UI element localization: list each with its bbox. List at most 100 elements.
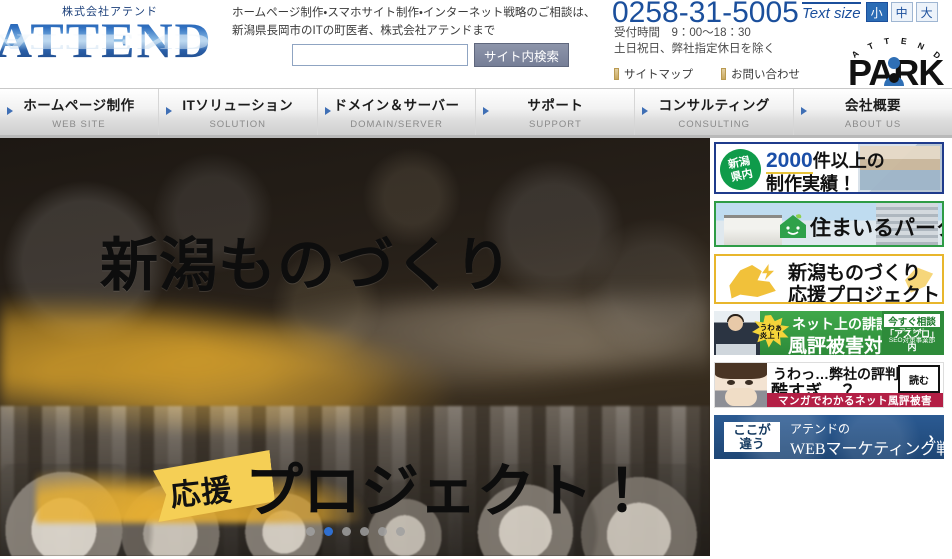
global-navigation: ホームページ制作 WEB SITE ITソリューション SOLUTION ドメイ… [0,88,952,138]
hero-dot[interactable] [305,527,315,536]
nav-item-label-en: DOMAIN/SERVER [350,119,443,130]
tagline-line-2: 新潟県長岡市のITの町医者、株式会社アテンドまで [232,25,496,37]
hero-headline-line-2: プロジェクト！ [245,459,652,524]
hero-dot[interactable] [395,527,405,536]
laptop-shape [716,344,756,355]
difference-badge-line-2: 違う [739,437,765,451]
park-arc-letter: T [866,40,876,52]
hero-dot-active[interactable] [323,527,333,536]
site-logo[interactable]: 株式会社アテンド ATTEND ATTEND [0,0,232,88]
site-tagline: ホームページ制作・スマホサイト制作・インターネット戦略のご相談は、 新潟県長岡市… [232,4,595,40]
sitemap-link-label: サイトマップ [624,69,693,81]
text-size-large-button[interactable]: 大 [915,2,938,22]
hair-shape [715,363,767,379]
site-header: 株式会社アテンド ATTEND ATTEND ホームページ制作・スマホサイト制作… [0,0,952,88]
sidebar-banners: 新潟 県内 2000件以上の 制作実績！ 住まいるパーク 新潟ものづくり 応援プ… [710,138,952,556]
banner-headline-line-2: 応援プロジェクト [788,285,941,304]
chevron-right-icon: › [928,428,934,447]
hero-pagination-dots [0,527,710,536]
site-search: サイト内検索 [292,43,570,67]
contact-link[interactable]: お問い合わせ [721,66,800,82]
banner-seisaku-jisseki[interactable]: 新潟 県内 2000件以上の 制作実績！ [714,142,944,194]
head-shape [728,316,743,331]
nav-item-label-ja: コンサルティング [658,98,770,113]
park-arc-letter: T [883,35,890,47]
difference-badge: ここが 違う [724,422,780,452]
hero-copy: 新潟ものづくり 応援 プロジェクト！ 詳しく見る [0,138,710,556]
attend-park-logo[interactable]: A T T E N D PARK [848,34,952,86]
manga-character-illustration [715,363,767,407]
search-button[interactable]: サイト内検索 [474,43,570,67]
utility-links: サイトマップ お問い合わせ [614,66,800,82]
banner-consult-cta[interactable]: 今すぐ相談 [884,314,940,328]
nav-item-label-en: ABOUT US [844,119,902,130]
park-arc-letter: E [900,35,908,47]
spark-icon [762,264,774,280]
banner-manga-fuhyo[interactable]: うわっ…弊社の評判、 酷すぎ…？ 読む マンガでわかるネット風評被害 [714,362,944,408]
niigata-map-icon [729,265,776,299]
nav-item-label-ja: ドメイン＆サーバー [333,98,460,113]
business-hours-line-1: 受付時間 9：00〜18：30 [614,27,751,39]
tagline-line-1: ホームページ制作・スマホサイト制作・インターネット戦略のご相談は、 [232,7,596,19]
nav-item-consulting[interactable]: コンサルティング CONSULTING [635,89,795,135]
hero-ribbon-label: 応援 [168,473,234,514]
banner-fuhyo-higai-taisaku[interactable]: うわぁ 炎上！ ネット上の誹謗中傷・ 風評被害対策 今すぐ相談 アテンド SEO… [714,311,944,355]
banner-title: 住まいるパーク [810,217,944,240]
bookmark-icon [721,68,726,80]
banner-web-marketing[interactable]: ここが 違う アテンドの WEBマーケティング戦略 › [714,415,944,459]
nav-item-label-en: SUPPORT [529,119,582,130]
difference-badge-line-1: ここが [733,423,771,437]
text-size-small-button[interactable]: 小 [865,2,888,22]
bookmark-icon [614,68,619,80]
eye-shape [727,380,735,385]
nav-item-about-us[interactable]: 会社概要 ABOUT US [794,89,952,135]
text-size-control: Text size 小 中 大 [802,2,938,22]
page-root: 株式会社アテンド ATTEND ATTEND ホームページ制作・スマホサイト制作… [0,0,952,559]
hero-dot[interactable] [341,527,351,536]
hero-headline-line-1: 新潟ものづくり [100,233,514,298]
nav-item-label-ja: サポート [527,98,584,113]
burst-badge-line-2: 炎上！ [759,331,783,340]
house-smile-icon [780,214,806,238]
banner-sumairu-park[interactable]: 住まいるパーク [714,201,944,247]
nav-item-solution[interactable]: ITソリューション SOLUTION [159,89,318,135]
nav-item-support[interactable]: サポート SUPPORT [476,89,636,135]
banner-headline-line-2: WEBマーケティング戦略 [790,441,944,458]
hero-dot[interactable] [377,527,387,536]
text-size-medium-button[interactable]: 中 [890,2,913,22]
nav-item-label-en: CONSULTING [678,119,751,130]
nav-item-domain-server[interactable]: ドメイン＆サーバー DOMAIN/SERVER [318,89,477,135]
park-arc-letter: N [916,40,926,52]
banner-count-suffix: の [866,151,885,171]
nav-item-label-en: WEB SITE [52,119,106,130]
niigata-badge: 新潟 県内 [716,145,765,192]
banner-count-unit: 件以上 [812,151,867,171]
eye-shape [745,380,753,385]
nav-item-web-site[interactable]: ホームページ制作 WEB SITE [0,89,159,135]
banner-sub-line-3: 「アスプロ」内 [884,329,939,352]
nav-item-label-ja: ホームページ制作 [23,98,135,113]
burst-badge-text: うわぁ 炎上！ [760,324,783,340]
business-hours-line-2: 土日祝日、弊社指定休日を除く [614,43,775,55]
banner-headline-line-2: 制作実績！ [766,174,856,194]
banner-monozukuri-project[interactable]: 新潟ものづくり 応援プロジェクト [714,254,944,304]
nav-item-label-en: SOLUTION [209,119,267,130]
main-content: 新潟ものづくり 応援 プロジェクト！ 詳しく見る [0,138,952,556]
business-hours: 受付時間 9：00〜18：30 土日祝日、弊社指定休日を除く [614,25,775,57]
house-photo [724,215,782,245]
contact-link-label: お問い合わせ [731,69,800,81]
nav-item-label-ja: 会社概要 [845,98,902,113]
logo-wordmark-reflection: ATTEND [0,29,213,55]
hero-slider[interactable]: 新潟ものづくり 応援 プロジェクト！ 詳しく見る [0,138,710,556]
person-icon [884,57,904,86]
hero-dot[interactable] [359,527,369,536]
hand-shape [725,388,757,406]
sitemap-link[interactable]: サイトマップ [614,66,693,82]
text-size-label: Text size [802,2,861,22]
businessman-photo [714,311,760,355]
banner-side-panel: 今すぐ相談 アテンド SEO対策事業部 「アスプロ」内 [882,311,944,355]
nav-item-label-ja: ITソリューション [182,98,294,113]
read-book-icon[interactable]: 読む [898,365,940,393]
search-input[interactable] [292,44,468,66]
banner-caption-bar: マンガでわかるネット風評被害 [767,393,943,407]
